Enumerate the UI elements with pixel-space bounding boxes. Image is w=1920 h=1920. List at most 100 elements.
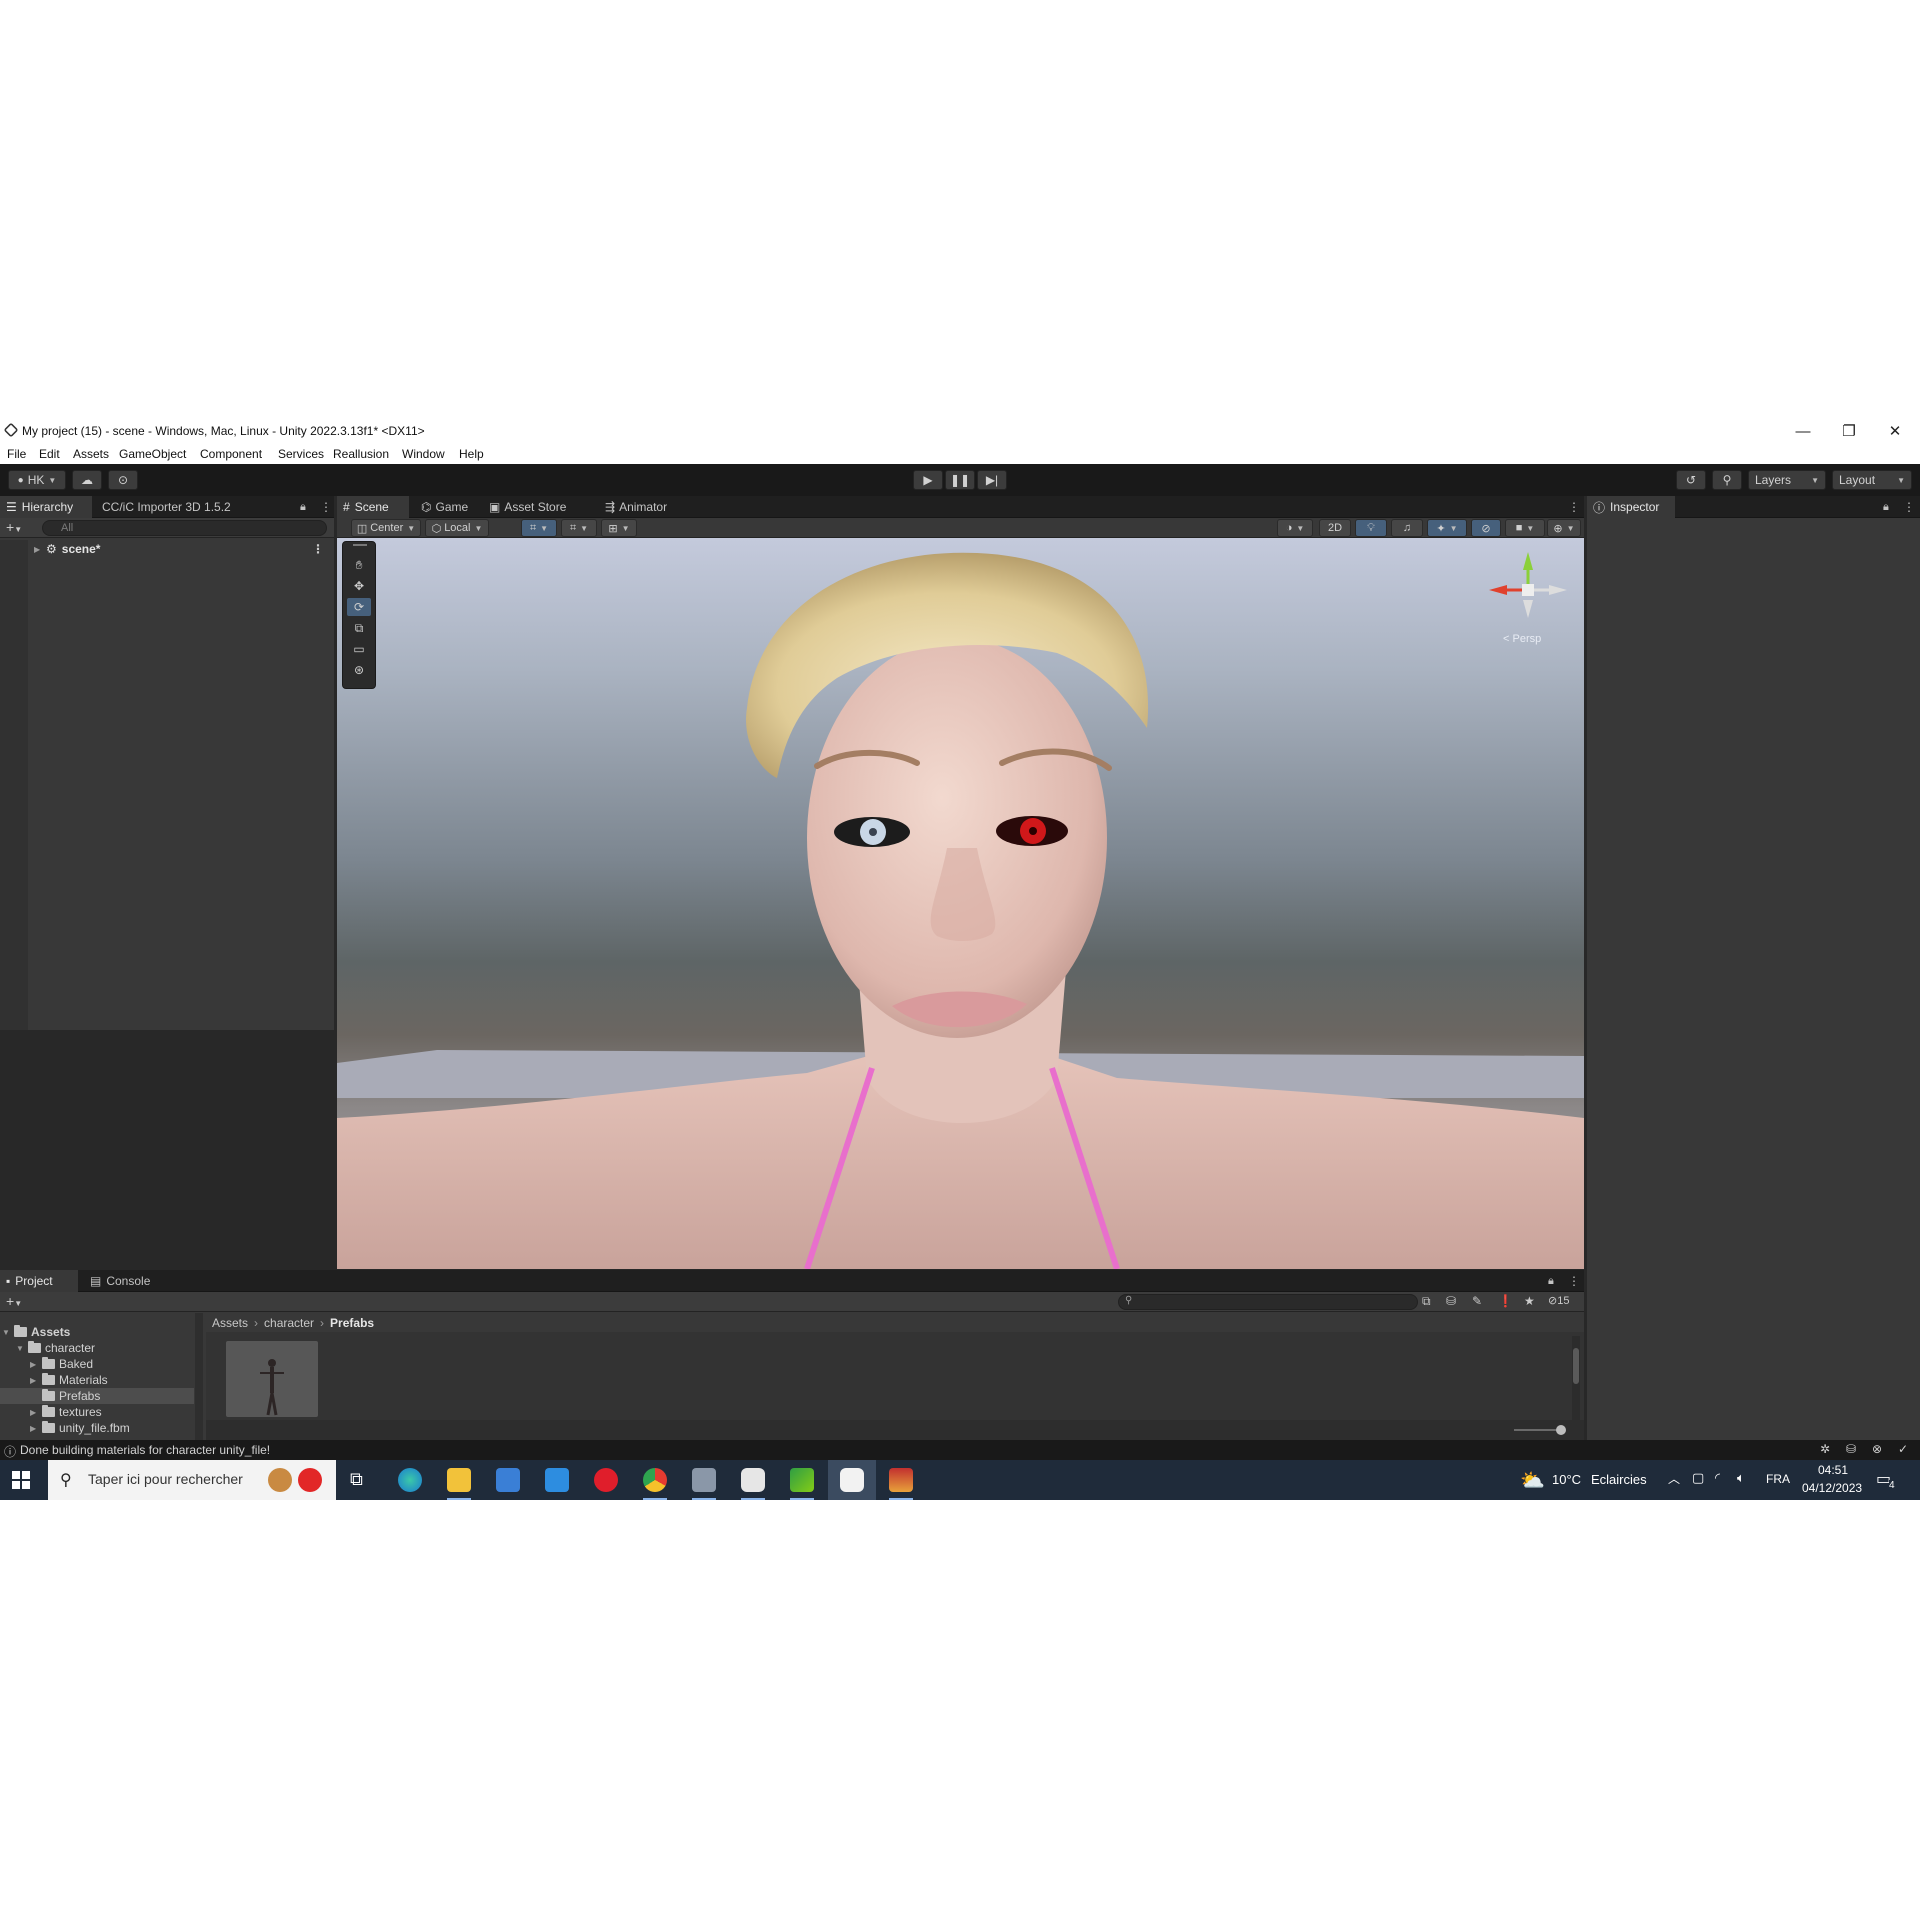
weather-text[interactable]: Eclaircies (1591, 1472, 1647, 1487)
breadcrumb-character[interactable]: character (264, 1316, 314, 1330)
scale-tool-icon[interactable]: ⧉ (347, 619, 371, 637)
tree-item-baked[interactable]: ▶ Baked (30, 1356, 93, 1372)
inspector-more-icon[interactable]: ⋮ (1897, 496, 1915, 518)
scene-viewport[interactable]: < Persp (337, 538, 1584, 1269)
collab-button[interactable]: ⊙ (108, 470, 138, 490)
step-button[interactable]: ▶| (977, 470, 1007, 490)
tab-animator[interactable]: ⇶ Animator (599, 496, 679, 518)
menu-gameobject[interactable]: GameObject (119, 447, 186, 461)
pivot-rotation-dropdown[interactable]: ⬡ Local ▼ (425, 519, 489, 537)
zoom-slider-track[interactable] (1514, 1429, 1562, 1431)
reallusion-icon[interactable] (790, 1468, 814, 1492)
gizmos-dropdown[interactable]: ⊕ ▼ (1547, 519, 1581, 537)
transform-tool-icon[interactable]: ⊛ (347, 661, 371, 679)
tree-item-assets[interactable]: ▼ Assets (2, 1324, 70, 1340)
windows-start-icon[interactable] (12, 1471, 30, 1489)
cloud-button[interactable]: ☁ (72, 470, 102, 490)
toggle-2d-button[interactable]: 2D (1319, 519, 1351, 537)
search-scope-icon[interactable]: ⧉ (1422, 1294, 1431, 1309)
meet-icon[interactable]: ▢ (1692, 1470, 1704, 1486)
tree-scrollbar[interactable] (195, 1313, 203, 1440)
tab-console[interactable]: ▤ Console (84, 1270, 162, 1292)
play-button[interactable]: ▶ (913, 470, 943, 490)
log-icon[interactable]: ❗ (1498, 1294, 1513, 1308)
asset-grid-scrollbar[interactable] (1572, 1336, 1580, 1420)
camera-dropdown[interactable]: ■ ▼ (1505, 519, 1545, 537)
account-dropdown[interactable]: ● HK ▼ (8, 470, 66, 490)
audio-toggle[interactable]: ♫ (1391, 519, 1423, 537)
project-search-input[interactable]: ⚲ (1118, 1294, 1418, 1310)
check-icon[interactable]: ✓ (1898, 1442, 1908, 1456)
prefab-thumbnail[interactable] (226, 1341, 318, 1417)
task-view-icon[interactable]: ⧉ (350, 1469, 363, 1490)
file-explorer-icon[interactable] (447, 1468, 471, 1492)
tab-cc-importer[interactable]: CC/iC Importer 3D 1.5.2 (96, 496, 272, 518)
menu-component[interactable]: Component (200, 447, 262, 461)
progress-icon[interactable]: ⛁ (1846, 1442, 1856, 1456)
auto-gen-icon[interactable]: ⊗ (1872, 1442, 1882, 1456)
volume-icon[interactable]: 🔈︎ (1737, 1470, 1745, 1486)
tab-scene[interactable]: # Scene (337, 496, 409, 518)
edge-icon[interactable] (398, 1468, 422, 1492)
tree-item-fbm[interactable]: ▶ unity_file.fbm (30, 1420, 130, 1436)
gizmo-projection-label[interactable]: < Persp (1503, 633, 1541, 645)
tab-game[interactable]: ⌬ Game (415, 496, 479, 518)
snap-increment-button[interactable]: ⌗ ▼ (561, 519, 597, 537)
pivot-mode-dropdown[interactable]: ◫ Center ▼ (351, 519, 421, 537)
grid-snap-button[interactable]: ⌗ ▼ (521, 519, 557, 537)
search-button[interactable]: ⚲ (1712, 470, 1742, 490)
inspector-lock-icon[interactable]: 🔒︎ (1877, 496, 1895, 518)
tree-item-materials[interactable]: ▶ Materials (30, 1372, 108, 1388)
layout-dropdown[interactable]: Layout ▼ (1832, 470, 1912, 490)
draw-mode-dropdown[interactable]: ◑ ▼ (1277, 519, 1313, 537)
effects-dropdown[interactable]: ✦ ▼ (1427, 519, 1467, 537)
tab-inspector[interactable]: ⓘ Inspector (1587, 496, 1675, 518)
weather-temp[interactable]: 10°C (1552, 1472, 1581, 1487)
menu-window[interactable]: Window (402, 447, 445, 461)
menu-assets[interactable]: Assets (73, 447, 109, 461)
menu-help[interactable]: Help (459, 447, 484, 461)
close-button[interactable]: ✕ (1872, 418, 1918, 444)
move-tool-icon[interactable]: ✥ (347, 577, 371, 595)
scene-more-icon[interactable]: ⋮ (1562, 496, 1580, 518)
winrar-icon[interactable] (889, 1468, 913, 1492)
more-options-icon[interactable]: ⋮ (314, 496, 332, 518)
hierarchy-item-scene[interactable]: ▶ ⚙ scene* ⋮ (34, 541, 330, 557)
project-lock-icon[interactable]: 🔒︎ (1542, 1270, 1560, 1292)
debug-icon[interactable]: ✲ (1820, 1442, 1830, 1456)
hidden-packages-toggle[interactable]: ⊘15 (1548, 1294, 1569, 1307)
scene-menu-icon[interactable]: ⋮ (312, 542, 324, 556)
maximize-button[interactable]: ❐ (1826, 418, 1872, 444)
lighting-toggle[interactable]: 💡︎ (1355, 519, 1387, 537)
clock-date[interactable]: 04/12/2023 (1802, 1481, 1862, 1495)
project-more-icon[interactable]: ⋮ (1562, 1270, 1580, 1292)
unity-hub-icon[interactable] (741, 1468, 765, 1492)
language-indicator[interactable]: FRA (1766, 1472, 1790, 1486)
opera-icon[interactable] (594, 1468, 618, 1492)
menu-reallusion[interactable]: Reallusion (333, 447, 389, 461)
ruler-button[interactable]: ⊞ ▼ (601, 519, 637, 537)
pause-button[interactable]: ❚❚ (945, 470, 975, 490)
visibility-toggle[interactable]: ⊘ (1471, 519, 1501, 537)
tab-hierarchy[interactable]: ☰ Hierarchy (0, 496, 92, 518)
drag-handle[interactable] (353, 544, 367, 546)
filter-type-icon[interactable]: ⛁ (1446, 1294, 1456, 1308)
tab-asset-store[interactable]: ▣ Asset Store (483, 496, 573, 518)
wifi-icon[interactable]: ◜ (1715, 1470, 1720, 1486)
hierarchy-search-input[interactable]: All (42, 520, 327, 536)
menu-services[interactable]: Services (278, 447, 324, 461)
mail-icon[interactable] (545, 1468, 569, 1492)
chevron-up-icon[interactable]: ︿ (1668, 1470, 1680, 1487)
tab-project[interactable]: ▪ Project (0, 1270, 78, 1292)
tree-item-character[interactable]: ▼ character (16, 1340, 95, 1356)
breadcrumb-assets[interactable]: Assets (212, 1316, 248, 1330)
microsoft-store-icon[interactable] (496, 1468, 520, 1492)
history-button[interactable]: ↺ (1676, 470, 1706, 490)
unity-editor-task[interactable] (828, 1460, 876, 1500)
lock-icon[interactable]: 🔒︎ (294, 496, 312, 518)
clock-time[interactable]: 04:51 (1818, 1463, 1848, 1477)
tree-item-prefabs[interactable]: Prefabs (30, 1388, 100, 1404)
rotate-tool-icon[interactable]: ⟳ (347, 598, 371, 616)
app-icon[interactable] (692, 1468, 716, 1492)
create-asset-button[interactable]: +▼ (6, 1293, 22, 1309)
